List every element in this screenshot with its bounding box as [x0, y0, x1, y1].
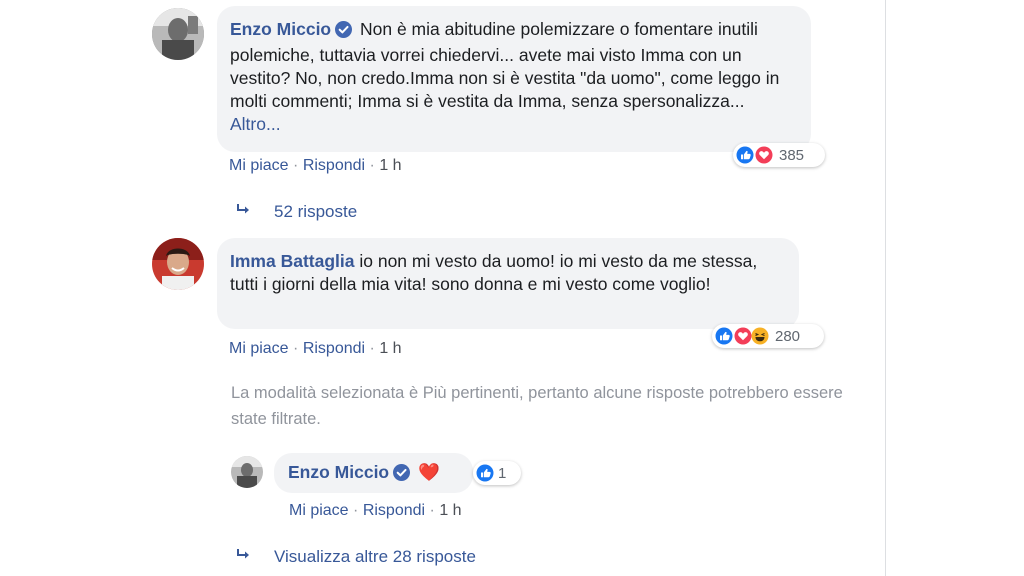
reaction-summary[interactable]: 280 [712, 324, 824, 348]
verified-badge-icon [393, 464, 411, 487]
comment-author[interactable]: Enzo Miccio [230, 19, 331, 39]
reply-text: Enzo Miccio ❤️ [288, 461, 461, 487]
verified-badge-icon [335, 21, 353, 44]
avatar-photo-icon [152, 238, 204, 290]
separator: · [293, 340, 299, 357]
comment-actions: Mi piace · Rispondi · 1 h [229, 157, 402, 175]
reply-arrow-icon [236, 547, 252, 567]
avatar-photo-icon [231, 456, 263, 488]
reaction-count: 385 [779, 146, 805, 164]
reaction-summary[interactable]: 1 [473, 461, 521, 485]
love-icon [755, 146, 773, 164]
reply-arrow-icon [236, 202, 252, 222]
comment-bubble: Imma Battaglia io non mi vesto da uomo! … [217, 238, 799, 329]
love-icon [734, 327, 752, 345]
reply-bubble: Enzo Miccio ❤️ [274, 453, 473, 493]
haha-icon [751, 327, 769, 345]
reaction-count: 280 [775, 327, 801, 345]
separator: · [429, 502, 435, 519]
separator: · [353, 502, 359, 519]
comment-actions: Mi piace · Rispondi · 1 h [229, 340, 402, 358]
separator: · [369, 340, 375, 357]
view-replies-link[interactable]: 52 risposte [236, 202, 357, 222]
comment-text: Enzo Miccio Non è mia abitudine polemizz… [230, 18, 797, 136]
like-icon [476, 464, 494, 482]
avatar[interactable] [152, 8, 204, 60]
see-more-link[interactable]: Altro... [230, 114, 281, 134]
like-link[interactable]: Mi piace [229, 340, 289, 357]
replies-count: 52 risposte [274, 202, 358, 221]
timestamp[interactable]: 1 h [379, 157, 401, 174]
like-link[interactable]: Mi piace [289, 502, 349, 519]
reply-actions: Mi piace · Rispondi · 1 h [289, 502, 462, 520]
avatar[interactable] [152, 238, 204, 290]
filter-notice: La modalità selezionata è Più pertinenti… [231, 384, 843, 428]
reply-body: ❤️ [418, 462, 440, 482]
avatar[interactable] [231, 456, 263, 488]
reply-author[interactable]: Enzo Miccio [288, 462, 389, 482]
timestamp[interactable]: 1 h [439, 502, 461, 519]
reaction-count: 1 [498, 464, 507, 482]
separator: · [369, 157, 375, 174]
comments-panel: Enzo Miccio Non è mia abitudine polemizz… [143, 0, 886, 576]
timestamp[interactable]: 1 h [379, 340, 401, 357]
comment-bubble: Enzo Miccio Non è mia abitudine polemizz… [217, 6, 811, 152]
separator: · [293, 157, 299, 174]
comment-author[interactable]: Imma Battaglia [230, 251, 354, 271]
more-replies-label: Visualizza altre 28 risposte [274, 547, 476, 566]
reply-link[interactable]: Rispondi [363, 502, 425, 519]
like-link[interactable]: Mi piace [229, 157, 289, 174]
reaction-summary[interactable]: 385 [733, 143, 825, 167]
view-more-replies-link[interactable]: Visualizza altre 28 risposte [236, 547, 476, 567]
reply-link[interactable]: Rispondi [303, 340, 365, 357]
avatar-photo-icon [152, 8, 204, 60]
comment-text: Imma Battaglia io non mi vesto da uomo! … [230, 250, 785, 296]
reply-link[interactable]: Rispondi [303, 157, 365, 174]
